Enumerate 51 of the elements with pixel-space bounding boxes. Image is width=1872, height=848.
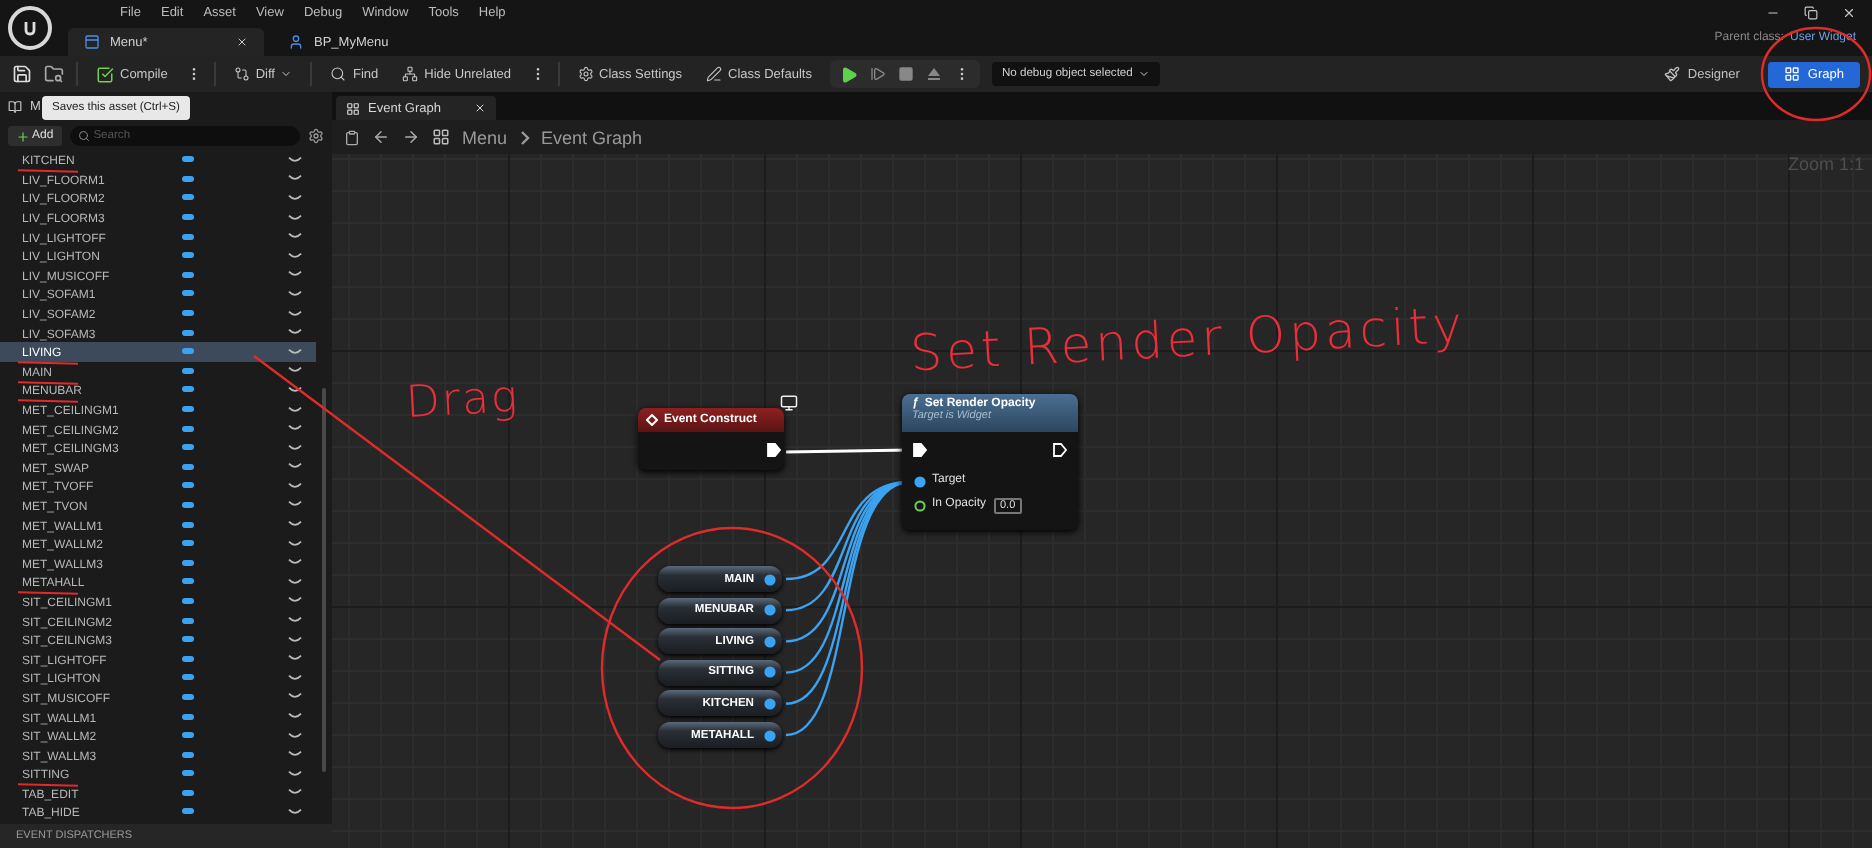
nodes-icon	[402, 66, 419, 82]
annotation-text: Drag	[404, 373, 521, 429]
check-icon	[96, 65, 114, 83]
object-pin-icon[interactable]	[764, 729, 776, 741]
search-icon	[330, 66, 347, 82]
pen-icon	[706, 66, 723, 82]
widget-icon	[84, 34, 100, 50]
object-pin-icon[interactable]	[764, 666, 776, 679]
object-pin-icon[interactable]	[914, 476, 926, 488]
play-icon[interactable]	[839, 65, 858, 83]
exec-pin-icon[interactable]	[1052, 442, 1068, 458]
grid-icon	[346, 101, 360, 115]
monitor-icon	[780, 394, 798, 412]
forward-icon[interactable]	[402, 128, 420, 146]
close-icon[interactable]	[236, 36, 248, 48]
caret-icon	[280, 68, 293, 80]
minimize-icon[interactable]	[1766, 6, 1780, 20]
step-icon[interactable]	[869, 66, 886, 82]
object-pin-icon[interactable]	[764, 697, 776, 710]
back-icon[interactable]	[372, 128, 390, 146]
object-pin-icon[interactable]	[764, 635, 776, 648]
graph-icon	[432, 128, 450, 146]
restore-icon[interactable]	[1804, 6, 1818, 20]
float-pin-icon[interactable]	[914, 500, 926, 512]
brush-icon	[1663, 66, 1680, 82]
stop-icon[interactable]	[897, 66, 914, 82]
caret-icon	[1138, 68, 1151, 80]
browse-icon[interactable]	[44, 64, 64, 84]
settings-icon	[577, 66, 593, 82]
eject-icon[interactable]	[925, 66, 942, 82]
compare-icon	[233, 66, 250, 82]
close-icon[interactable]	[1842, 6, 1856, 20]
plus-icon	[16, 129, 30, 143]
settings-icon[interactable]	[308, 128, 324, 144]
grid-icon	[1783, 66, 1800, 82]
diamond-icon	[646, 414, 658, 426]
chevron-icon	[519, 129, 530, 145]
object-pin-icon[interactable]	[764, 604, 776, 617]
breadcrumb[interactable]: Menu	[462, 127, 508, 147]
annotation-text: Set Render Opacity	[908, 295, 1468, 383]
search-icon	[77, 130, 90, 142]
close-icon[interactable]	[474, 102, 486, 114]
object-pin-icon[interactable]	[764, 573, 776, 585]
exec-pin-icon[interactable]	[766, 442, 782, 458]
engine-logo-icon	[8, 6, 52, 50]
blueprint-icon	[288, 34, 304, 50]
breadcrumb[interactable]: Event Graph	[541, 127, 643, 147]
exec-pin-icon[interactable]	[912, 442, 928, 458]
save-icon[interactable]	[12, 64, 32, 84]
clipboard-icon[interactable]	[344, 129, 360, 145]
panel-icon	[8, 100, 22, 114]
